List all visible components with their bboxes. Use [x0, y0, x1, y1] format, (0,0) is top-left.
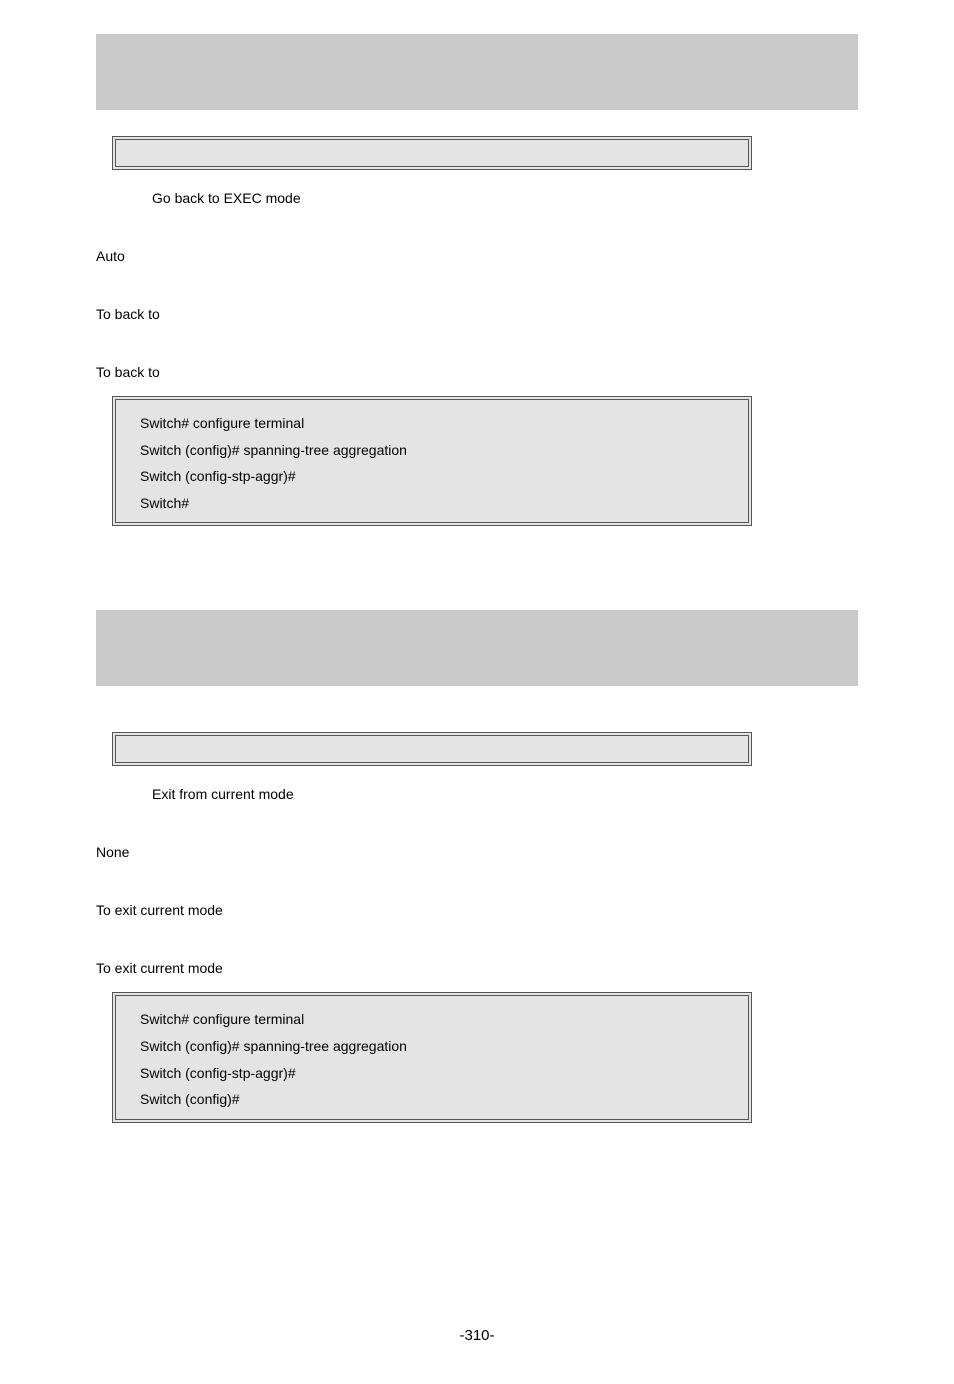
syntax-box-1: [112, 136, 752, 170]
code-line: Switch (config)# spanning-tree aggregati…: [140, 1033, 724, 1060]
paragraph-2-1: None: [96, 844, 858, 860]
page-container: Go back to EXEC mode Auto To back to To …: [0, 34, 954, 1384]
code-block-1: Switch# configure terminal Switch (confi…: [112, 396, 752, 526]
paragraph-1-2: To back to: [96, 306, 858, 322]
code-line: Switch#: [140, 490, 724, 517]
description-2: Exit from current mode: [152, 786, 858, 802]
code-line: Switch# configure terminal: [140, 410, 724, 437]
code-line: Switch (config-stp-aggr)#: [140, 463, 724, 490]
paragraph-1-1: Auto: [96, 248, 858, 264]
section-banner-2: [96, 610, 858, 686]
description-1: Go back to EXEC mode: [152, 190, 858, 206]
section-banner-1: [96, 34, 858, 110]
paragraph-2-2: To exit current mode: [96, 902, 858, 918]
code-line: Switch (config)#: [140, 1086, 724, 1113]
page-number: -310-: [0, 1327, 954, 1344]
syntax-box-2: [112, 732, 752, 766]
code-line: Switch (config-stp-aggr)#: [140, 1060, 724, 1087]
paragraph-2-3: To exit current mode: [96, 960, 858, 976]
code-line: Switch (config)# spanning-tree aggregati…: [140, 437, 724, 464]
code-block-2: Switch# configure terminal Switch (confi…: [112, 992, 752, 1122]
paragraph-1-3: To back to: [96, 364, 858, 380]
code-line: Switch# configure terminal: [140, 1006, 724, 1033]
